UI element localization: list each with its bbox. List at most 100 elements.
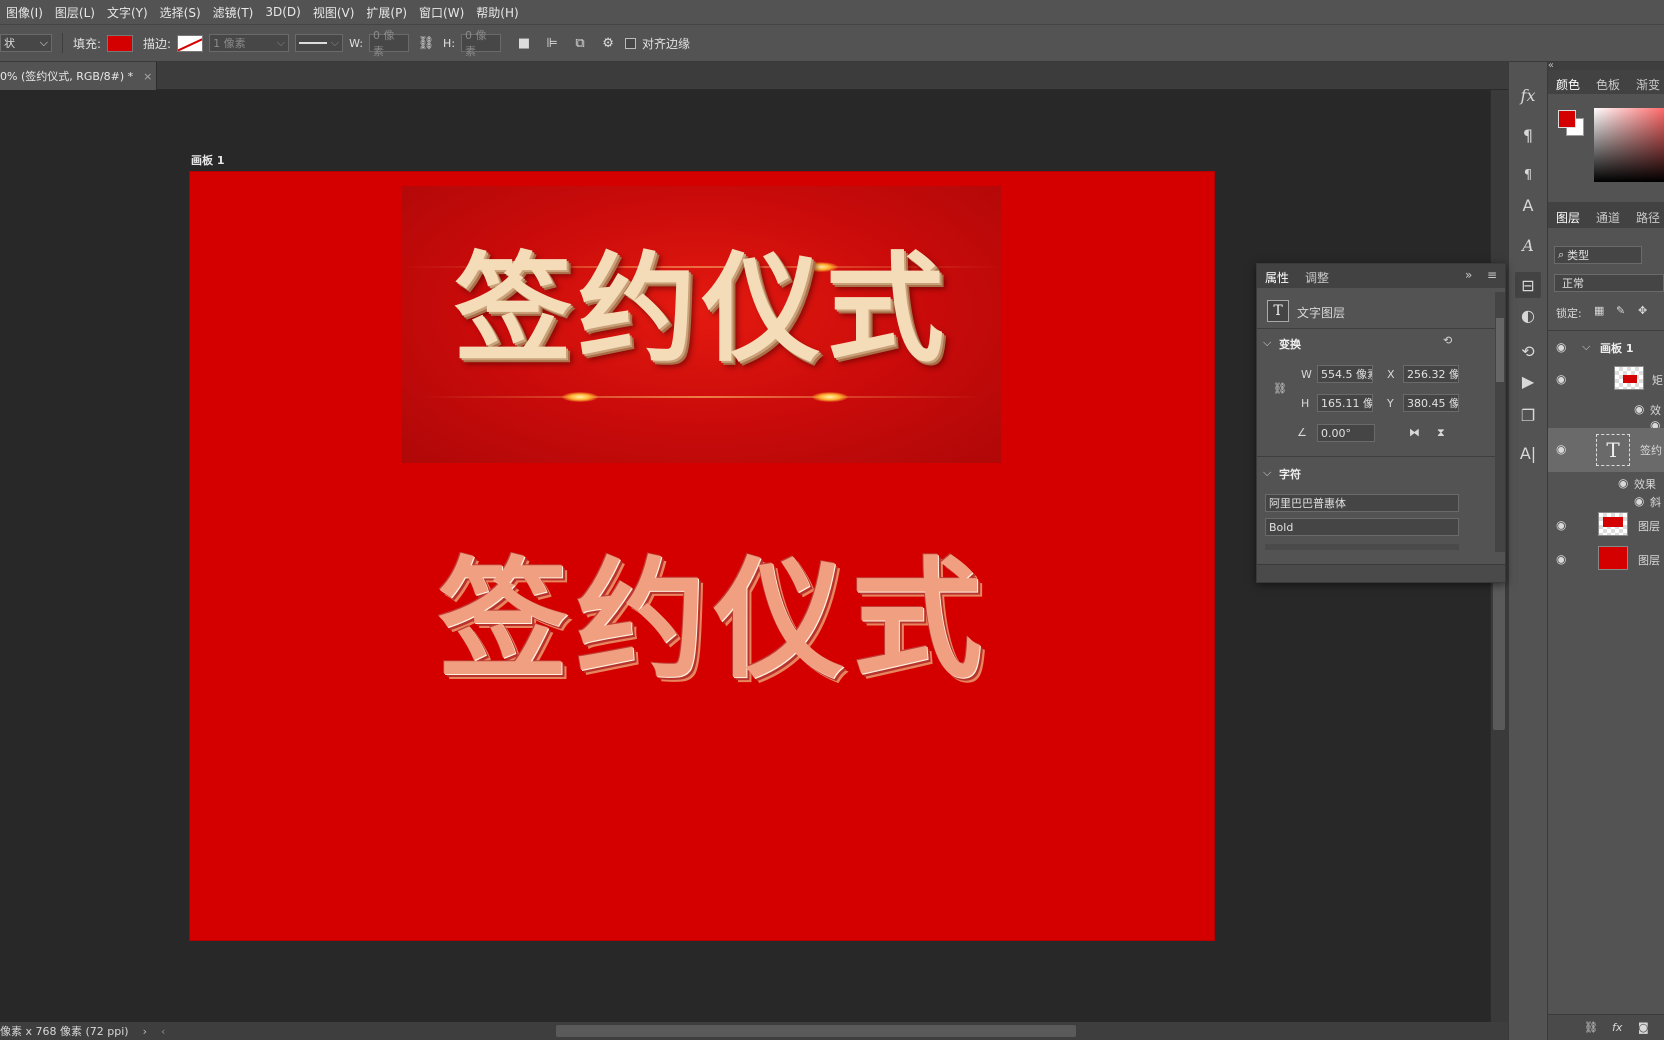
align-edges-label: 对齐边缘 (642, 36, 691, 51)
effect-name: 效 (1650, 404, 1661, 417)
chevron-down-icon[interactable]: ⌵ (1582, 340, 1590, 354)
foreground-color-swatch[interactable] (1558, 110, 1576, 128)
flip-vertical-icon[interactable]: ⧗ (1437, 426, 1445, 440)
font-family-select[interactable]: 阿里巴巴普惠体 (1265, 494, 1459, 512)
adjustments-icon[interactable]: ◐ (1515, 302, 1541, 328)
fx-icon[interactable]: fx (1612, 1021, 1622, 1034)
properties-scrollbar[interactable] (1495, 292, 1505, 552)
history-icon[interactable]: ⟲ (1515, 338, 1541, 364)
w-field[interactable]: 0 像素 (369, 29, 410, 58)
layer-effects-row[interactable]: ◉ 效果 (1548, 474, 1664, 492)
width-field[interactable]: 554.5 像素 (1317, 365, 1373, 383)
character-styles-icon[interactable]: A (1515, 192, 1541, 218)
artboard-label[interactable]: 画板 1 (191, 152, 224, 168)
link-icon[interactable]: ⛓ (1273, 382, 1287, 395)
height-field[interactable]: 165.11 像 (1317, 394, 1373, 412)
eye-icon[interactable]: ◉ (1556, 553, 1570, 565)
tab-swatches[interactable]: 色板 (1596, 76, 1620, 93)
menu-3d[interactable]: 3D(D) (259, 5, 306, 19)
fx-icon[interactable]: fx (1515, 82, 1541, 108)
layer-row-fill[interactable]: ◉ 图层 (1548, 542, 1664, 576)
eye-icon[interactable]: ◉ (1634, 495, 1648, 507)
eye-icon[interactable]: ◉ (1634, 403, 1648, 415)
character-section-label[interactable]: 字符 (1279, 466, 1301, 482)
stroke-color-swatch[interactable] (177, 34, 204, 52)
tab-color[interactable]: 颜色 (1556, 76, 1580, 93)
libraries-icon[interactable]: ❐ (1515, 402, 1541, 428)
properties-icon[interactable]: ⊟ (1515, 272, 1541, 298)
transform-section-label[interactable]: 变换 (1279, 336, 1301, 352)
paragraph-icon[interactable]: ¶ (1515, 122, 1541, 148)
menu-image[interactable]: 图像(I) (0, 4, 49, 21)
chevron-down-icon[interactable]: ⌵ (1263, 466, 1271, 480)
eye-icon[interactable]: ◉ (1556, 341, 1570, 353)
eye-icon[interactable]: ◉ (1556, 373, 1570, 385)
tab-adjustments[interactable]: 调整 (1305, 269, 1329, 286)
layer-row-image[interactable]: ◉ 图层 (1548, 508, 1664, 542)
layer-filter-select[interactable]: ⌕ 类型 (1554, 246, 1642, 264)
blend-mode-select[interactable]: 正常 (1554, 274, 1664, 292)
gear-icon[interactable]: ⚙ (597, 32, 619, 54)
menu-type[interactable]: 文字(Y) (101, 4, 154, 21)
color-picker-field[interactable] (1594, 108, 1664, 182)
stroke-type-select[interactable]: ⌵ (295, 34, 344, 52)
y-field[interactable]: 380.45 像 (1403, 394, 1459, 412)
banner-image-layer[interactable]: 签约仪式 (402, 186, 1001, 463)
menu-view[interactable]: 视图(V) (307, 4, 361, 21)
path-operations-icon[interactable]: ■ (513, 32, 535, 54)
artboard[interactable]: 签约仪式 签约仪式 (189, 171, 1215, 941)
tab-channels[interactable]: 通道 (1596, 209, 1620, 226)
document-tab[interactable]: 0% (签约仪式, RGB/8#) * × (0, 62, 157, 90)
tab-gradients[interactable]: 渐变 (1636, 76, 1660, 93)
chevron-down-icon[interactable]: ⌵ (1263, 336, 1271, 350)
y-value: 380.45 像 (1407, 397, 1459, 410)
glyphs-icon[interactable]: A (1515, 232, 1541, 258)
expand-icon[interactable]: » (1465, 268, 1472, 282)
eye-icon[interactable]: ◉ (1556, 519, 1570, 531)
lock-move-icon[interactable]: ✥ (1638, 304, 1647, 317)
eye-icon[interactable]: ◉ (1556, 443, 1570, 455)
main-title-text[interactable]: 签约仪式 (438, 555, 982, 685)
menu-help[interactable]: 帮助(H) (470, 4, 524, 21)
actions-icon[interactable]: ▶ (1515, 368, 1541, 394)
layer-row-shape[interactable]: ◉ 矩 (1548, 362, 1664, 402)
path-alignment-icon[interactable]: ⊫ (541, 32, 563, 54)
panel-menu-icon[interactable]: ≡ (1487, 268, 1497, 282)
path-arrangement-icon[interactable]: ⧉ (569, 32, 591, 54)
chevron-right-icon[interactable]: › (143, 1025, 147, 1038)
mask-icon[interactable]: ◙ (1638, 1021, 1649, 1034)
x-field[interactable]: 256.32 像 (1403, 365, 1459, 383)
menu-plugins[interactable]: 扩展(P) (360, 4, 413, 21)
layer-row-artboard[interactable]: ◉ ⌵ 画板 1 (1548, 332, 1664, 364)
align-edges-checkbox[interactable] (625, 37, 637, 49)
shape-mode-select[interactable]: 状 ⌵ (0, 34, 52, 52)
lock-pixels-icon[interactable]: ▦ (1594, 304, 1604, 317)
vertical-scrollbar-thumb[interactable] (1493, 580, 1505, 730)
h-field[interactable]: 0 像素 (461, 29, 502, 58)
font-style-select[interactable]: Bold (1265, 518, 1459, 536)
flip-horizontal-icon[interactable]: ⧓ (1409, 426, 1420, 439)
tab-properties[interactable]: 属性 (1265, 269, 1289, 286)
x-value: 256.32 像 (1407, 368, 1459, 381)
tab-layers[interactable]: 图层 (1556, 209, 1580, 226)
stroke-width-field[interactable]: 1 像素 ⌵ (209, 34, 290, 52)
eye-icon[interactable]: ◉ (1618, 477, 1632, 489)
menu-window[interactable]: 窗口(W) (413, 4, 470, 21)
link-layers-icon[interactable]: ⛓ (1584, 1021, 1598, 1034)
link-icon[interactable]: ⛓ (415, 32, 437, 54)
reset-icon[interactable]: ⟲ (1443, 334, 1452, 347)
layer-row-text-selected[interactable]: ◉ T 签约 (1548, 428, 1664, 472)
lock-brush-icon[interactable]: ✎ (1616, 304, 1625, 317)
character-icon[interactable]: A| (1515, 440, 1541, 466)
tab-paths[interactable]: 路径 (1636, 209, 1660, 226)
close-icon[interactable]: × (143, 70, 152, 83)
menu-filter[interactable]: 滤镜(T) (207, 4, 260, 21)
menu-select[interactable]: 选择(S) (154, 4, 207, 21)
angle-field[interactable]: 0.00° (1317, 424, 1375, 442)
horizontal-scrollbar-thumb[interactable] (556, 1025, 1076, 1037)
menu-layer[interactable]: 图层(L) (49, 4, 101, 21)
paragraph-styles-icon[interactable]: ¶ (1515, 162, 1541, 188)
chevron-left-icon[interactable]: ‹ (161, 1025, 165, 1038)
layer-effects-row[interactable]: ◉ 效 (1548, 400, 1664, 418)
fill-color-swatch[interactable] (107, 34, 134, 52)
